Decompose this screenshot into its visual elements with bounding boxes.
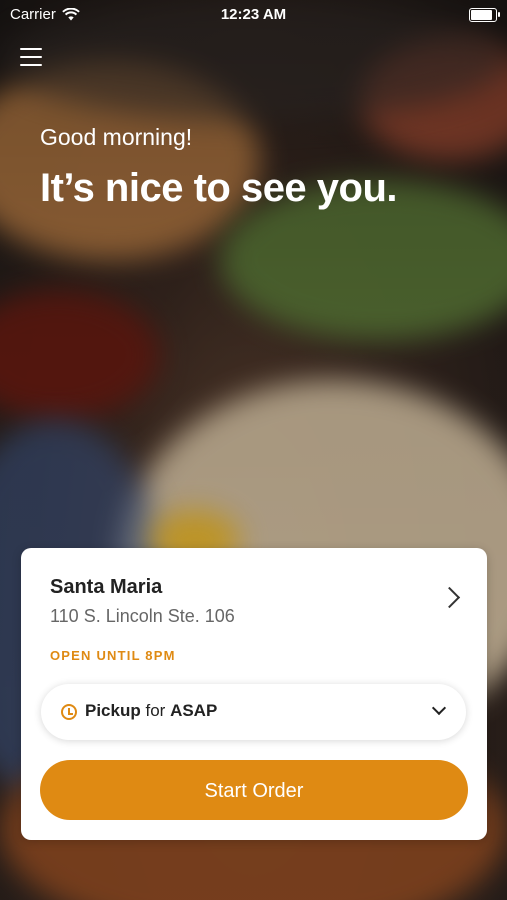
chevron-down-icon [431,700,447,716]
greeting-text: Good morning! [40,124,193,150]
status-bar: Carrier 12:23 AM [0,0,507,30]
pickup-time-selector[interactable]: Pickup for ASAP [41,684,466,740]
battery-fill [471,10,492,20]
clock-icon [61,704,77,720]
pickup-mode: Pickup [85,701,141,720]
location-name: Santa Maria [50,576,163,598]
start-order-button[interactable]: Start Order [40,760,468,820]
pickup-connector: for [145,701,166,720]
location-card: Santa Maria 110 S. Lincoln Ste. 106 OPEN… [21,548,487,840]
pickup-label: Pickup for ASAP [85,701,217,721]
location-address: 110 S. Lincoln Ste. 106 [50,606,235,626]
headline-text: It’s nice to see you. [40,166,398,210]
chevron-right-icon[interactable] [438,586,461,609]
clock-time: 12:23 AM [220,6,287,23]
hours-status: OPEN UNTIL 8PM [50,648,176,663]
menu-icon[interactable] [20,48,42,66]
pickup-time: ASAP [170,701,218,720]
battery-icon [469,8,500,22]
